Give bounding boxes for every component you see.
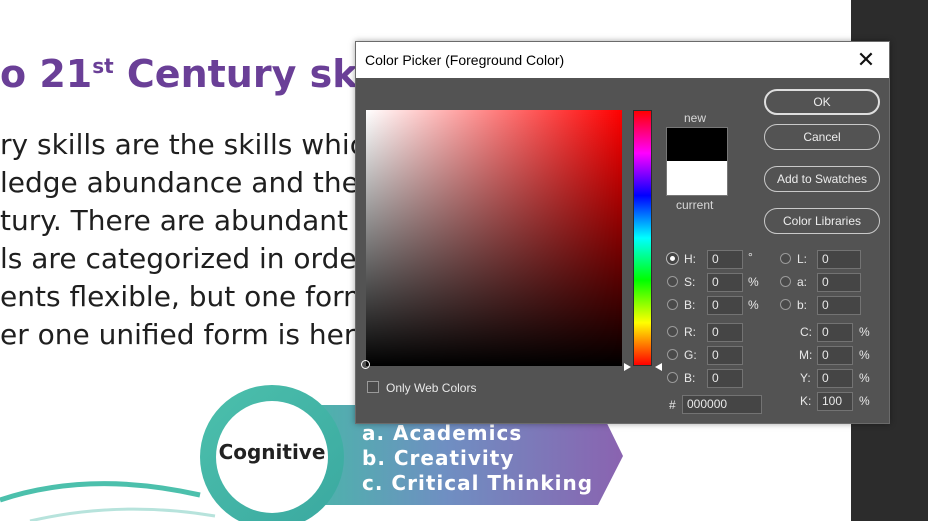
cyan-unit: % [859,325,870,339]
body-text-line: tury. There are abundant v [0,204,374,237]
radio-brightness[interactable] [667,299,678,310]
dialog-titlebar[interactable]: Color Picker (Foreground Color) ✕ [356,42,889,78]
yellow-label: Y: [800,371,811,385]
blue-field[interactable]: 0 [707,369,743,388]
hue-label: H: [684,252,696,266]
magenta-label: M: [799,348,813,362]
connector-arc [0,481,201,503]
green-field[interactable]: 0 [707,346,743,365]
brightness-field[interactable]: 0 [707,296,743,315]
body-text-line: ledge abundance and the [0,166,359,199]
a-channel-field[interactable]: 0 [817,273,861,292]
cyan-label: C: [800,325,812,339]
skill-item: b. Creativity [362,446,515,470]
add-to-swatches-button[interactable]: Add to Swatches [764,166,880,192]
ok-button[interactable]: OK [764,89,880,115]
color-libraries-button[interactable]: Color Libraries [764,208,880,234]
brightness-label: B: [684,298,696,312]
b-channel-field[interactable]: 0 [817,296,861,315]
black-label: K: [800,394,812,408]
radio-lightness[interactable] [780,253,791,264]
dialog-title: Color Picker (Foreground Color) [365,52,565,68]
hue-slider[interactable] [633,110,652,366]
lightness-field[interactable]: 0 [817,250,861,269]
only-web-colors-checkbox[interactable] [367,381,379,393]
blue-label: B: [684,371,696,385]
magenta-unit: % [859,348,870,362]
radio-green[interactable] [667,349,678,360]
new-label: new [684,111,707,125]
close-icon[interactable]: ✕ [843,42,889,78]
body-text-line: ls are categorized in orde [0,242,357,275]
b-channel-label: b: [797,298,808,312]
current-label: current [676,198,714,212]
radio-b-channel[interactable] [780,299,791,310]
magenta-field[interactable]: 0 [817,346,853,365]
saturation-unit: % [748,275,759,289]
yellow-unit: % [859,371,870,385]
body-text-line: er one unified form is here [0,318,372,351]
skill-item: a. Academics [362,421,523,445]
black-field[interactable]: 100 [817,392,853,411]
cyan-field[interactable]: 0 [817,323,853,342]
cognitive-label: Cognitive [218,440,326,464]
saturation-label: S: [684,275,696,289]
heading-text: o 21 [0,52,93,96]
hue-field[interactable]: 0 [707,250,743,269]
radio-red[interactable] [667,326,678,337]
black-unit: % [859,394,870,408]
yellow-field[interactable]: 0 [817,369,853,388]
only-web-colors-label[interactable]: Only Web Colors [386,381,476,395]
hex-label: # [669,398,676,412]
hue-slider-handle-left[interactable] [624,363,631,371]
hue-unit: ° [748,250,753,264]
cancel-button[interactable]: Cancel [764,124,880,150]
red-field[interactable]: 0 [707,323,743,342]
radio-blue[interactable] [667,372,678,383]
new-color-swatch [666,127,728,162]
lightness-label: L: [797,252,808,266]
color-picker-dialog: Color Picker (Foreground Color) ✕ new cu… [355,41,890,424]
skill-item: c. Critical Thinking [362,471,594,495]
radio-hue[interactable] [667,253,678,264]
radio-saturation[interactable] [667,276,678,287]
saturation-field[interactable]: 0 [707,273,743,292]
body-text-line: ents flexible, but one form [0,280,371,313]
red-label: R: [684,325,696,339]
hue-slider-handle-right[interactable] [655,363,662,371]
connector-arc-lower [29,507,216,521]
color-field[interactable] [366,110,622,366]
color-field-marker[interactable] [361,360,370,369]
brightness-unit: % [748,298,759,312]
green-label: G: [684,348,697,362]
a-channel-label: a: [797,275,808,289]
hex-field[interactable]: 000000 [682,395,762,414]
current-color-swatch[interactable] [666,161,728,196]
heading-superscript: st [92,54,114,78]
radio-a-channel[interactable] [780,276,791,287]
body-text-line: ry skills are the skills which [0,128,383,161]
